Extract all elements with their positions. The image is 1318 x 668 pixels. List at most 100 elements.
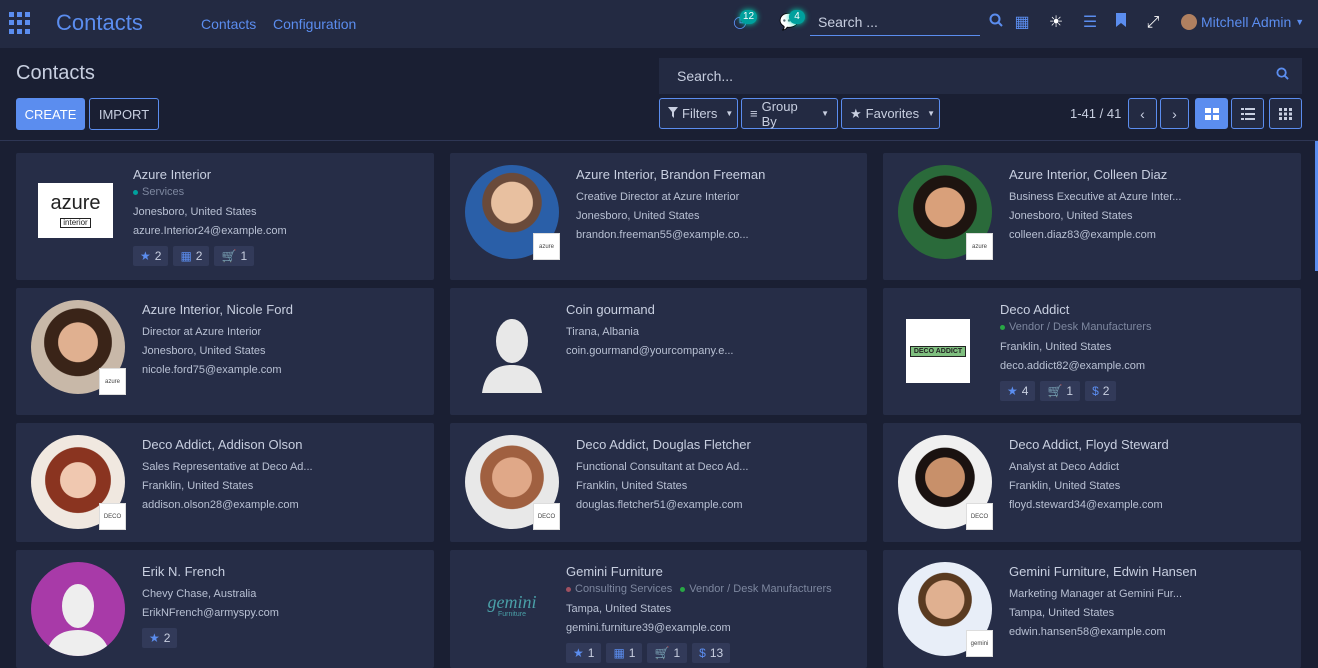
messages-chat-icon[interactable]: 💬 4 [779, 10, 805, 33]
contact-location: Jonesboro, United States [1009, 210, 1133, 222]
chevron-left-icon: ‹ [1140, 105, 1145, 122]
contact-name: Erik N. French [142, 564, 226, 579]
contact-card[interactable]: azure Azure Interior, Colleen Diaz Busin… [883, 153, 1301, 280]
contact-name: Deco Addict, Addison Olson [142, 437, 303, 452]
menu-contacts[interactable]: Contacts [201, 16, 256, 32]
fullscreen-icon[interactable]: ⤢ [1143, 13, 1163, 33]
menu-configuration[interactable]: Configuration [273, 16, 356, 32]
kanban-icon [1204, 107, 1219, 120]
meetings-chip[interactable]: ▦ 1 [606, 643, 643, 663]
dollar-icon: $ [699, 646, 706, 660]
category-tag: Services [133, 186, 184, 198]
app-menu-icon[interactable] [9, 12, 31, 34]
rating-chip[interactable]: ★ 4 [1000, 381, 1036, 401]
placeholder-avatar-icon [46, 584, 110, 656]
contact-email: colleen.diaz83@example.com [1009, 229, 1156, 241]
contact-name: Gemini Furniture, Edwin Hansen [1009, 564, 1197, 579]
rating-chip[interactable]: ★ 2 [133, 246, 169, 266]
favorites-dropdown[interactable]: ★ Favorites ▼ [841, 98, 940, 129]
contact-card[interactable]: gemini Gemini Furniture, Edwin Hansen Ma… [883, 550, 1301, 668]
grid-icon [1279, 107, 1292, 120]
contact-location: Tirana, Albania [566, 326, 639, 338]
star-icon: ★ [149, 631, 160, 645]
contact-card[interactable]: azure Azure Interior, Brandon Freeman Cr… [450, 153, 867, 280]
bars-icon: ≡ [750, 106, 758, 121]
create-button[interactable]: CREATE [16, 98, 85, 130]
bookmark-icon[interactable] [1111, 13, 1131, 33]
sun-icon[interactable]: ☀ [1046, 13, 1066, 33]
user-menu[interactable]: Mitchell Admin ▼ [1181, 14, 1304, 30]
contact-name: Azure Interior, Nicole Ford [142, 302, 294, 317]
contact-location: Tampa, United States [566, 603, 672, 615]
pager-previous-button[interactable]: ‹ [1128, 98, 1157, 129]
sales-chip[interactable]: 🛒 1 [647, 643, 688, 663]
rating-chip[interactable]: ★ 2 [142, 628, 178, 648]
contact-card[interactable]: DECO Deco Addict, Floyd Steward Analyst … [883, 423, 1301, 542]
caret-down-icon: ▼ [927, 109, 936, 118]
pager-next-button[interactable]: › [1160, 98, 1189, 129]
activity-chips: ★ 1 ▦ 1 🛒 1 $13 [566, 643, 731, 663]
contact-card[interactable]: azure interior Azure Interior Services J… [16, 153, 434, 280]
list-view-button[interactable] [1231, 98, 1264, 129]
company-mini-logo: azure [966, 233, 993, 260]
contact-function: Sales Representative at Deco Ad... [142, 461, 313, 473]
contact-card[interactable]: DECO ADDICT Deco Addict Vendor / Desk Ma… [883, 288, 1301, 415]
import-button[interactable]: IMPORT [89, 98, 159, 130]
search-icon[interactable] [986, 13, 1006, 33]
chip-value: 4 [1021, 384, 1029, 398]
filters-dropdown[interactable]: Filters ▼ [659, 98, 738, 129]
contact-function: Business Executive at Azure Inter... [1009, 191, 1182, 203]
company-logo: azure interior [38, 183, 113, 238]
contact-name: Deco Addict [1000, 302, 1070, 317]
tag-dot [1000, 324, 1005, 330]
chip-value: 1 [1066, 384, 1074, 398]
calculator-icon[interactable]: ▦ [1012, 13, 1032, 33]
contact-card[interactable]: azure Azure Interior, Nicole Ford Direct… [16, 288, 434, 415]
rating-chip[interactable]: ★ 1 [566, 643, 602, 663]
tag-label: Services [142, 186, 185, 198]
sales-chip[interactable]: 🛒 1 [1040, 381, 1081, 401]
tag-label: Consulting Services [575, 583, 673, 595]
company-mini-logo: DECO [966, 503, 993, 530]
cart-icon: 🛒 [1047, 384, 1063, 398]
chip-value: 1 [628, 646, 636, 660]
contact-card[interactable]: Coin gourmand Tirana, Albania coin.gourm… [450, 288, 867, 415]
caret-down-icon: ▼ [821, 109, 829, 118]
contact-card[interactable]: Erik N. French Chevy Chase, Australia Er… [16, 550, 434, 668]
activity-chips: ★ 2 ▦ 2 🛒 1 [133, 246, 255, 266]
company-mini-logo: gemini [966, 630, 993, 657]
contact-email: floyd.steward34@example.com [1009, 499, 1163, 511]
pager-value[interactable]: 1-41 / 41 [1070, 106, 1121, 121]
tag-dot [566, 586, 571, 592]
contact-card[interactable]: DECO Deco Addict, Douglas Fletcher Funct… [450, 423, 867, 542]
control-panel: Contacts CREATE IMPORT Filters ▼ ≡ Group… [0, 48, 1318, 141]
filter-icon [668, 106, 678, 121]
chip-value: 2 [1102, 384, 1110, 398]
filters-label: Filters [682, 106, 718, 121]
category-tag: Vendor / Desk Manufacturers [1000, 321, 1151, 333]
contact-email: coin.gourmand@yourcompany.e... [566, 345, 734, 357]
logo-subtext: interior [60, 217, 91, 228]
app-title[interactable]: Contacts [56, 10, 143, 36]
top-search-input[interactable] [810, 8, 980, 36]
star-icon: ★ [140, 249, 151, 263]
grid-view-button[interactable] [1269, 98, 1302, 129]
kanban-view-button[interactable] [1195, 98, 1228, 129]
contact-email: nicole.ford75@example.com [142, 364, 282, 376]
group-by-dropdown[interactable]: ≡ Group By ▼ [741, 98, 838, 129]
activity-clock-icon[interactable]: ◷ 12 [730, 10, 758, 33]
sales-chip[interactable]: 🛒 1 [214, 246, 255, 266]
meetings-chip[interactable]: ▦ 2 [173, 246, 210, 266]
contact-card[interactable]: gemini Furniture Gemini Furniture Consul… [450, 550, 867, 668]
contact-email: azure.Interior24@example.com [133, 225, 287, 237]
list-icon[interactable]: ☰ [1080, 13, 1100, 33]
contact-name: Deco Addict, Douglas Fletcher [576, 437, 751, 452]
search-icon[interactable] [1276, 67, 1289, 83]
dollar-icon: $ [1092, 384, 1099, 398]
invoice-chip[interactable]: $2 [1085, 381, 1117, 401]
contact-email: ErikNFrench@armyspy.com [142, 607, 279, 619]
contact-location: Chevy Chase, Australia [142, 588, 257, 600]
contact-card[interactable]: DECO Deco Addict, Addison Olson Sales Re… [16, 423, 434, 542]
search-input[interactable] [659, 58, 1302, 94]
invoice-chip[interactable]: $13 [692, 643, 731, 663]
